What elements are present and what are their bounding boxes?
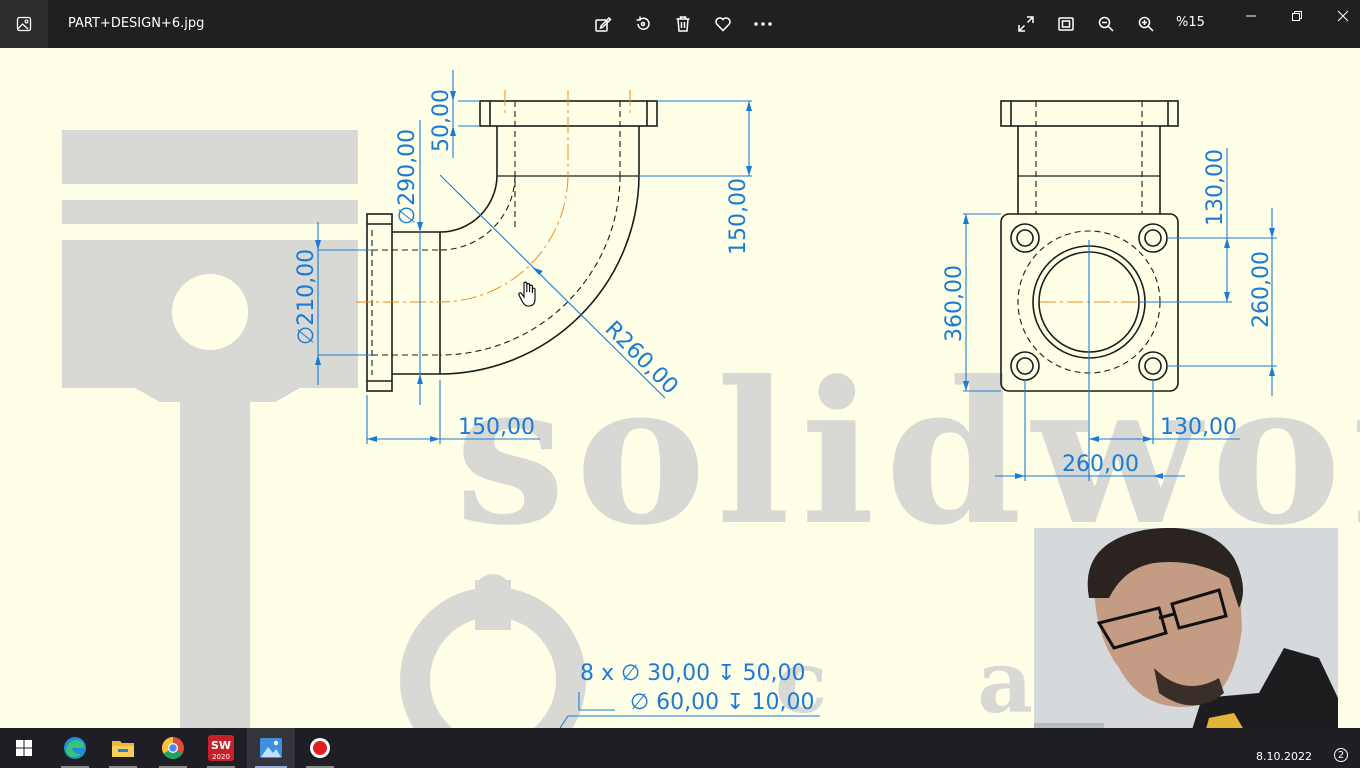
tray-date[interactable]: 8.10.2022 (1256, 750, 1312, 763)
minimize-button[interactable] (1228, 0, 1274, 32)
file-name: PART+DESIGN+6.jpg (68, 16, 205, 31)
edit-button[interactable] (589, 10, 617, 38)
more-button[interactable] (749, 10, 777, 38)
zoom-in-button[interactable] (1132, 10, 1160, 38)
dim-height: 150,00 (726, 178, 751, 255)
minimize-icon (1246, 15, 1256, 17)
dim-pipe-diameter: ∅290,00 (395, 129, 420, 225)
photos-icon (260, 738, 282, 758)
rotate-button[interactable] (629, 10, 657, 38)
start-button[interactable] (0, 728, 48, 768)
taskbar-file-explorer[interactable] (99, 728, 147, 768)
restore-button[interactable] (1274, 0, 1320, 32)
webcam-overlay (1034, 528, 1338, 755)
rotate-icon (636, 16, 650, 30)
zoom-out-button[interactable] (1092, 10, 1120, 38)
dim-height-360: 360,00 (942, 265, 967, 342)
dim-vertical-130: 130,00 (1203, 149, 1228, 226)
hole-note-line-1: 8 x ∅ 30,00 ↧ 50,00 (580, 661, 806, 686)
watermark-piston (62, 130, 358, 728)
taskbar-edge[interactable] (51, 728, 99, 768)
dim-horizontal-260: 260,00 (1062, 452, 1139, 477)
hole-note-line-2: ∅ 60,00 ↧ 10,00 (630, 690, 815, 715)
taskbar-recorder[interactable] (296, 728, 344, 768)
taskbar-chrome[interactable] (149, 728, 197, 768)
zoom-out-icon (1098, 16, 1114, 32)
watermark-piston-hole (172, 274, 248, 350)
dim-horizontal-130: 130,00 (1160, 415, 1237, 440)
webcam-person-image (1034, 528, 1338, 755)
dim-bore-diameter: ∅210,00 (294, 249, 319, 345)
more-icon (754, 22, 772, 26)
chrome-icon (162, 737, 184, 759)
edge-icon (64, 737, 86, 759)
restore-icon (1292, 11, 1302, 21)
start-icon (16, 740, 32, 756)
record-icon (310, 738, 330, 758)
favorite-icon (715, 17, 731, 32)
fullscreen-icon (1018, 16, 1034, 32)
close-button[interactable] (1320, 0, 1360, 32)
svg-text:SW: SW (211, 739, 231, 752)
dim-flange-thickness: 50,00 (429, 89, 454, 152)
notification-badge[interactable]: 2 (1334, 748, 1348, 762)
zoom-level[interactable]: %15 (1176, 15, 1205, 30)
taskbar-solidworks[interactable]: SW 2020 (197, 728, 245, 768)
fit-icon (1058, 17, 1074, 31)
watermark-ring (400, 574, 586, 728)
fullscreen-button[interactable] (1012, 10, 1040, 38)
taskbar: SW 2020 (0, 728, 1360, 768)
delete-icon (676, 16, 690, 32)
image-icon (16, 16, 32, 32)
dim-vertical-260: 260,00 (1249, 251, 1274, 328)
file-explorer-icon (112, 741, 134, 757)
favorite-button[interactable] (709, 10, 737, 38)
zoom-in-icon (1138, 16, 1154, 32)
fit-button[interactable] (1052, 10, 1080, 38)
close-icon (1337, 10, 1349, 22)
photos-app-icon[interactable] (0, 0, 48, 48)
solidworks-version: 2020 (212, 753, 230, 761)
delete-button[interactable] (669, 10, 697, 38)
solidworks-icon: SW 2020 (208, 735, 234, 761)
hand-cursor (518, 281, 536, 307)
dim-width: 150,00 (458, 415, 535, 440)
taskbar-photos[interactable] (247, 728, 295, 768)
edit-icon (595, 16, 612, 32)
title-bar: PART+DESIGN+6.jpg %15 (0, 0, 1360, 48)
